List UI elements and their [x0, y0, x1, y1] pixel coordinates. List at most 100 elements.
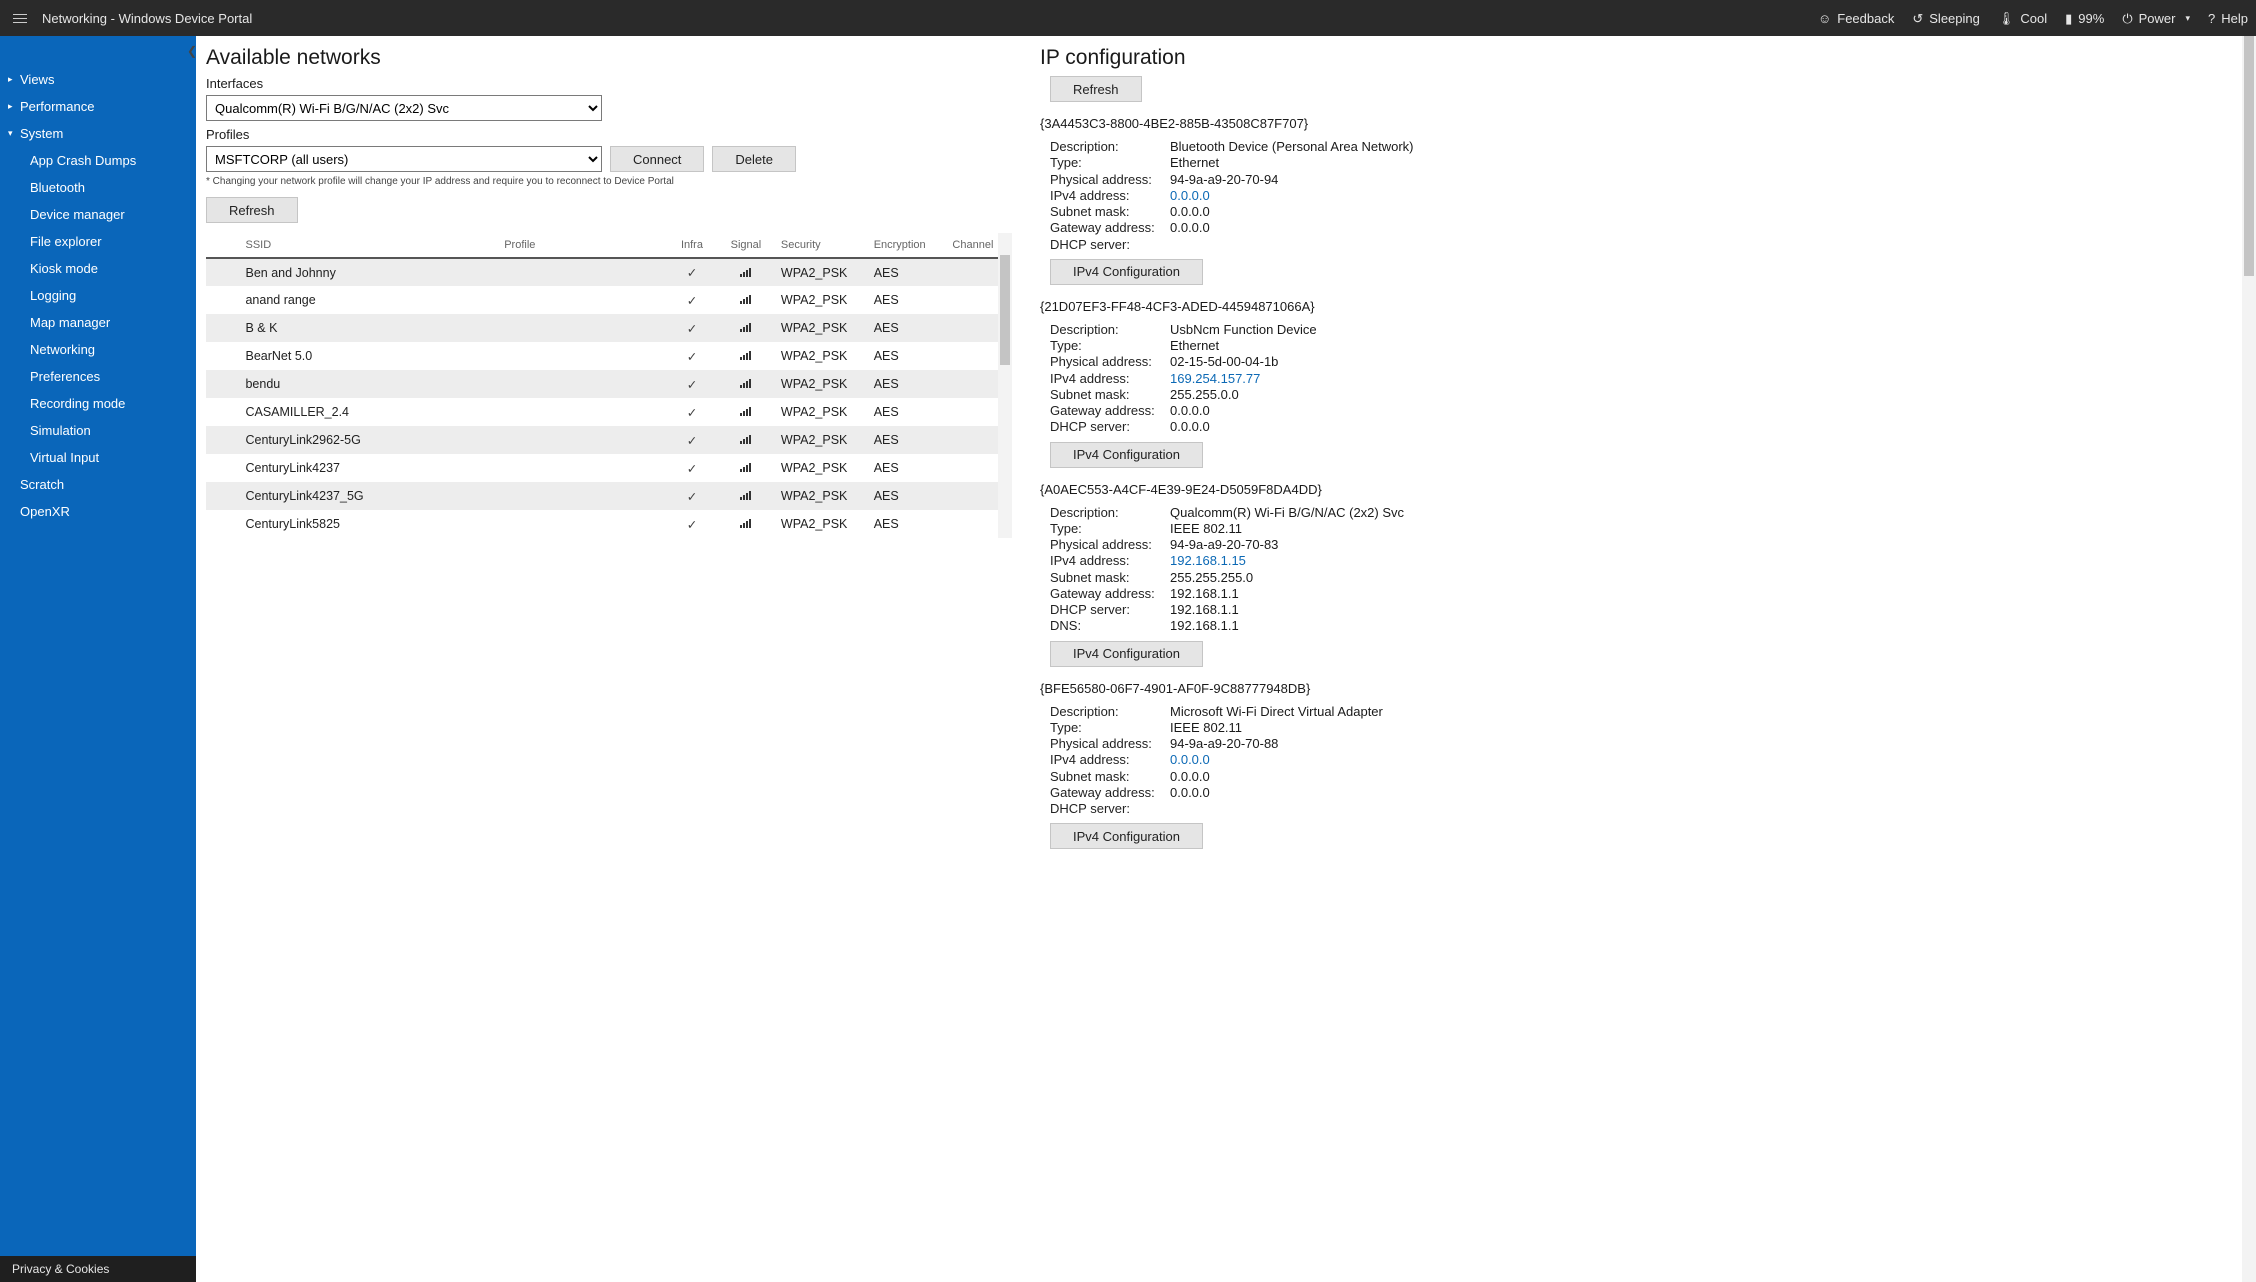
sidebar-item-virtual-input[interactable]: Virtual Input [0, 444, 196, 471]
sidebar-item-scratch[interactable]: Scratch [0, 471, 196, 498]
delete-button[interactable]: Delete [712, 146, 796, 172]
network-row[interactable]: CenturyLink5825✓WPA2_PSKAES [206, 510, 1012, 538]
sidebar-item-label: Scratch [20, 477, 64, 492]
kv-value [1170, 237, 2246, 253]
sidebar-item-simulation[interactable]: Simulation [0, 417, 196, 444]
network-encryption: AES [866, 314, 945, 342]
network-row[interactable]: CenturyLink4237_5G✓WPA2_PSKAES [206, 482, 1012, 510]
network-row[interactable]: CASAMILLER_2.4✓WPA2_PSKAES [206, 398, 1012, 426]
kv-key: Physical address: [1050, 172, 1170, 188]
kv-key: Description: [1050, 322, 1170, 338]
interfaces-select[interactable]: Qualcomm(R) Wi-Fi B/G/N/AC (2x2) Svc [206, 95, 602, 121]
sidebar-item-logging[interactable]: Logging [0, 282, 196, 309]
kv-key: IPv4 address: [1050, 371, 1170, 387]
battery-icon: ▮ [2065, 12, 2072, 25]
sidebar-item-networking[interactable]: Networking [0, 336, 196, 363]
power-menu[interactable]: ⏻ Power ▾ [2122, 11, 2190, 26]
kv-value: 0.0.0.0 [1170, 785, 2246, 801]
privacy-cookies-link[interactable]: Privacy & Cookies [0, 1256, 196, 1282]
ipv4-configuration-button[interactable]: IPv4 Configuration [1050, 442, 1203, 468]
kv-key: IPv4 address: [1050, 752, 1170, 768]
network-security: WPA2_PSK [773, 342, 866, 370]
table-scrollbar[interactable] [998, 233, 1012, 538]
kv-value: 192.168.1.1 [1170, 586, 2246, 602]
chevron-right-icon: ▸ [8, 101, 18, 112]
kv-value[interactable]: 192.168.1.15 [1170, 553, 2246, 569]
kv-value: 0.0.0.0 [1170, 769, 2246, 785]
ipv4-configuration-button[interactable]: IPv4 Configuration [1050, 641, 1203, 667]
adapter-guid: {A0AEC553-A4CF-4E39-9E24-D5059F8DA4DD} [1040, 482, 2246, 497]
kv-value[interactable]: 169.254.157.77 [1170, 371, 2246, 387]
sidebar-item-bluetooth[interactable]: Bluetooth [0, 174, 196, 201]
sidebar-item-file-explorer[interactable]: File explorer [0, 228, 196, 255]
sidebar-collapse-icon[interactable]: ❮ [187, 44, 197, 58]
network-row[interactable]: anand range✓WPA2_PSKAES [206, 286, 1012, 314]
network-row[interactable]: bendu✓WPA2_PSKAES [206, 370, 1012, 398]
kv-key: Subnet mask: [1050, 387, 1170, 403]
sidebar-item-label: Performance [20, 99, 94, 114]
col-encryption[interactable]: Encryption [866, 233, 945, 258]
sidebar-item-openxr[interactable]: OpenXR [0, 498, 196, 525]
sidebar-item-recording-mode[interactable]: Recording mode [0, 390, 196, 417]
profiles-select[interactable]: MSFTCORP (all users) [206, 146, 602, 172]
signal-icon [740, 434, 751, 444]
kv-key: Physical address: [1050, 537, 1170, 553]
check-icon: ✓ [687, 518, 697, 532]
sidebar-item-system[interactable]: ▾System [0, 120, 196, 147]
network-row[interactable]: CenturyLink4237✓WPA2_PSKAES [206, 454, 1012, 482]
sidebar-item-app-crash-dumps[interactable]: App Crash Dumps [0, 147, 196, 174]
network-row[interactable]: CenturyLink2962-5G✓WPA2_PSKAES [206, 426, 1012, 454]
kv-value: IEEE 802.11 [1170, 521, 2246, 537]
sidebar-item-preferences[interactable]: Preferences [0, 363, 196, 390]
col-security[interactable]: Security [773, 233, 866, 258]
ipv4-configuration-button[interactable]: IPv4 Configuration [1050, 823, 1203, 849]
col-ssid[interactable]: SSID [237, 233, 496, 258]
network-encryption: AES [866, 258, 945, 286]
kv-value: Ethernet [1170, 155, 2246, 171]
sleeping-status[interactable]: ↺ Sleeping [1912, 11, 1980, 26]
network-row[interactable]: BearNet 5.0✓WPA2_PSKAES [206, 342, 1012, 370]
available-networks-heading: Available networks [206, 46, 1012, 70]
signal-icon [740, 406, 751, 416]
refresh-networks-button[interactable]: Refresh [206, 197, 298, 223]
col-infra[interactable]: Infra [665, 233, 719, 258]
signal-icon [740, 490, 751, 500]
refresh-ipconfig-button[interactable]: Refresh [1050, 76, 1142, 102]
network-row[interactable]: B & K✓WPA2_PSKAES [206, 314, 1012, 342]
signal-icon [740, 518, 751, 528]
sidebar-item-views[interactable]: ▸Views [0, 66, 196, 93]
network-security: WPA2_PSK [773, 510, 866, 538]
chevron-right-icon: ▸ [8, 74, 18, 85]
kv-key: Type: [1050, 338, 1170, 354]
sidebar-item-map-manager[interactable]: Map manager [0, 309, 196, 336]
feedback-button[interactable]: ☺ Feedback [1818, 11, 1894, 26]
hamburger-icon[interactable] [8, 6, 32, 30]
kv-key: Description: [1050, 505, 1170, 521]
help-button[interactable]: ? Help [2208, 11, 2248, 26]
network-encryption: AES [866, 342, 945, 370]
kv-value[interactable]: 0.0.0.0 [1170, 752, 2246, 768]
temperature-status: 🌡 Cool [1998, 11, 2047, 26]
sidebar-item-device-manager[interactable]: Device manager [0, 201, 196, 228]
col-signal[interactable]: Signal [719, 233, 773, 258]
ipconfig-scrollbar[interactable] [2242, 36, 2256, 1282]
ip-configuration-heading: IP configuration [1040, 46, 2246, 70]
ipv4-configuration-button[interactable]: IPv4 Configuration [1050, 259, 1203, 285]
network-ssid: CASAMILLER_2.4 [237, 398, 496, 426]
network-row[interactable]: Ben and Johnny✓WPA2_PSKAES [206, 258, 1012, 286]
col-profile[interactable]: Profile [496, 233, 665, 258]
help-icon: ? [2208, 12, 2215, 25]
app-header: Networking - Windows Device Portal ☺ Fee… [0, 0, 2256, 36]
sidebar-item-performance[interactable]: ▸Performance [0, 93, 196, 120]
power-icon: ⏻ [2122, 12, 2132, 25]
check-icon: ✓ [687, 350, 697, 364]
network-security: WPA2_PSK [773, 314, 866, 342]
kv-value: 0.0.0.0 [1170, 419, 2246, 435]
sidebar-item-kiosk-mode[interactable]: Kiosk mode [0, 255, 196, 282]
kv-value: 192.168.1.1 [1170, 602, 2246, 618]
check-icon: ✓ [687, 294, 697, 308]
connect-button[interactable]: Connect [610, 146, 704, 172]
network-security: WPA2_PSK [773, 286, 866, 314]
kv-value[interactable]: 0.0.0.0 [1170, 188, 2246, 204]
profiles-label: Profiles [206, 127, 1012, 142]
